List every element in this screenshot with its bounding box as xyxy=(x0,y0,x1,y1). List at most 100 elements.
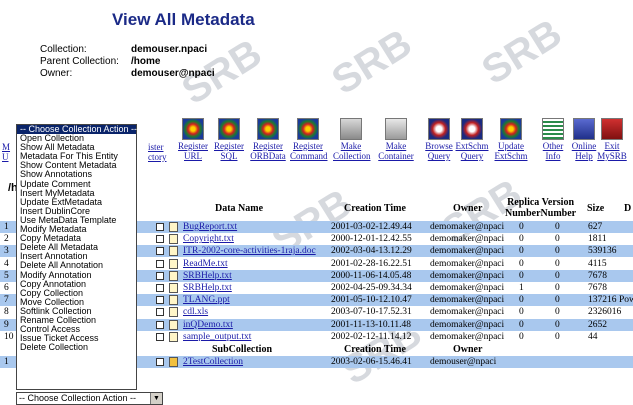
file-icon xyxy=(169,246,178,257)
toolbar-item-label[interactable]: Exit MySRB xyxy=(594,141,630,161)
parent-collection-value: /home xyxy=(131,56,161,67)
folder-make-icon[interactable] xyxy=(340,118,362,140)
collection-action-dropdown[interactable]: -- Choose Collection Action -- Open Colle… xyxy=(16,124,137,390)
replica-number: 0 xyxy=(519,295,524,306)
exit-icon[interactable] xyxy=(601,118,623,140)
toolbar-item-label[interactable]: Update ExtSchm xyxy=(493,141,529,161)
row-number: 2 xyxy=(4,234,9,245)
row-checkbox[interactable] xyxy=(156,320,164,329)
size-value: 4115 xyxy=(588,258,607,269)
col-header-size: Size xyxy=(587,203,605,214)
watermark: SRB xyxy=(474,11,570,94)
collection-label: Collection: xyxy=(40,44,87,55)
data-name-link[interactable]: ITR-2002-core-activities-1raja.doc xyxy=(183,245,316,257)
size-value: 1811 xyxy=(588,234,607,245)
toolbar-partial-label[interactable]: M U xyxy=(2,142,10,162)
subcollection-header: SubCollection xyxy=(212,344,273,355)
data-name-link[interactable]: SRBHelp.txt xyxy=(183,282,232,294)
row-number: 10 xyxy=(4,331,14,342)
row-checkbox[interactable] xyxy=(156,259,164,268)
toolbar-item-label[interactable]: Make Collection xyxy=(333,141,371,161)
watermark: SRB xyxy=(324,21,420,104)
toolbar-item-label[interactable]: Make Container xyxy=(378,141,414,161)
row-checkbox[interactable] xyxy=(156,284,164,292)
data-name-link[interactable]: ReadMe.txt xyxy=(183,258,228,270)
data-name-link[interactable]: TLANG.ppt xyxy=(183,294,230,306)
creation-time: 2003-02-06-15.46.41 xyxy=(331,357,412,367)
replica-number: 0 xyxy=(519,246,524,257)
help-icon[interactable] xyxy=(573,118,595,140)
size-value: 2326016 xyxy=(588,307,622,318)
row-checkbox[interactable] xyxy=(156,332,164,341)
container-make-icon[interactable] xyxy=(385,118,407,140)
data-name-link[interactable]: Copyright.txt xyxy=(183,233,234,245)
spiral-icon[interactable] xyxy=(218,118,240,140)
ext-query-icon[interactable] xyxy=(461,118,483,140)
file-icon xyxy=(169,283,178,293)
toolbar-item-label[interactable]: Register ORBData xyxy=(250,141,286,161)
browse-query-icon[interactable] xyxy=(428,118,450,140)
version-number: 0 xyxy=(555,295,560,306)
dropdown-option[interactable]: Delete Collection xyxy=(17,343,136,352)
row-checkbox[interactable] xyxy=(156,271,164,280)
spiral-icon[interactable] xyxy=(297,118,319,140)
toolbar-item-make-collection[interactable]: Make Collection xyxy=(333,118,371,161)
toolbar-item-register-sql[interactable]: Register SQL xyxy=(211,118,247,161)
toolbar-item-make-container[interactable]: Make Container xyxy=(378,118,414,161)
replica-number: 0 xyxy=(519,258,524,269)
owner-label: Owner: xyxy=(40,68,73,79)
toolbar-item-exit-mysrb[interactable]: Exit MySRB xyxy=(594,118,630,161)
row-checkbox[interactable] xyxy=(156,296,164,305)
row-number: 1 xyxy=(4,222,9,232)
row-number: 7 xyxy=(4,295,9,306)
toolbar-item-browse-query[interactable]: Browse Query xyxy=(421,118,457,161)
collection-action-select[interactable]: -- Choose Collection Action -- ▼ xyxy=(16,392,163,405)
toolbar-item-register-command[interactable]: Register Command xyxy=(290,118,328,161)
size-value: 137216 xyxy=(588,295,617,306)
select-value: -- Choose Collection Action -- xyxy=(19,393,137,403)
toolbar-item-update-extschm[interactable]: Update ExtSchm xyxy=(493,118,529,161)
toolbar-item-label[interactable]: Browse Query xyxy=(421,141,457,161)
info-icon[interactable] xyxy=(542,118,564,140)
creation-time: 2000-11-06-14.05.48 xyxy=(331,270,412,281)
replica-number: 0 xyxy=(519,234,524,245)
data-name-link[interactable]: inQDemo.txt xyxy=(183,319,233,331)
toolbar-item-register-orbdata[interactable]: Register ORBData xyxy=(250,118,286,161)
toolbar-item-label[interactable]: Register SQL xyxy=(211,141,247,161)
version-number: 0 xyxy=(555,258,560,269)
row-checkbox[interactable] xyxy=(156,247,164,256)
row-checkbox[interactable] xyxy=(156,358,164,366)
data-name-link[interactable]: SRBHelp.txt xyxy=(183,270,232,282)
file-icon xyxy=(169,331,178,342)
toolbar-item-register-url[interactable]: Register URL xyxy=(175,118,211,161)
data-name-link[interactable]: cdl.xls xyxy=(183,306,208,318)
size-value: 539136 xyxy=(588,246,617,257)
file-icon xyxy=(169,319,178,330)
toolbar-item-label[interactable]: ExtSchm Query xyxy=(454,141,490,161)
toolbar-item-extschm-query[interactable]: ExtSchm Query xyxy=(454,118,490,161)
data-name-link[interactable]: sample_output.txt xyxy=(183,331,251,343)
row-number: 3 xyxy=(4,246,9,257)
replica-number: 0 xyxy=(519,222,524,232)
size-value: 7678 xyxy=(588,270,607,281)
row-checkbox[interactable] xyxy=(156,235,164,244)
subcollection-owner-header: Owner xyxy=(453,344,483,355)
chevron-down-icon[interactable]: ▼ xyxy=(150,393,162,404)
spiral-icon[interactable] xyxy=(257,118,279,140)
subcollection-link[interactable]: 2TestCollection xyxy=(183,356,243,368)
parent-collection-label: Parent Collection: xyxy=(40,56,119,67)
row-number: 8 xyxy=(4,307,9,318)
toolbar-item-label[interactable]: Register URL xyxy=(175,141,211,161)
data-name-link[interactable]: BugReport.txt xyxy=(183,221,237,233)
spiral-icon[interactable] xyxy=(182,118,204,140)
file-icon xyxy=(169,258,178,269)
version-number: 0 xyxy=(555,307,560,318)
toolbar-item-label[interactable]: Register Command xyxy=(290,141,328,161)
row-checkbox[interactable] xyxy=(156,308,164,317)
row-number: 6 xyxy=(4,283,9,293)
owner-value: demomaker@npaci xyxy=(430,246,505,257)
creation-time: 2001-02-28-16.22.51 xyxy=(331,258,412,269)
spiral-icon[interactable] xyxy=(500,118,522,140)
toolbar-partial-label[interactable]: ister ctory xyxy=(148,142,167,162)
row-checkbox[interactable] xyxy=(156,223,164,231)
